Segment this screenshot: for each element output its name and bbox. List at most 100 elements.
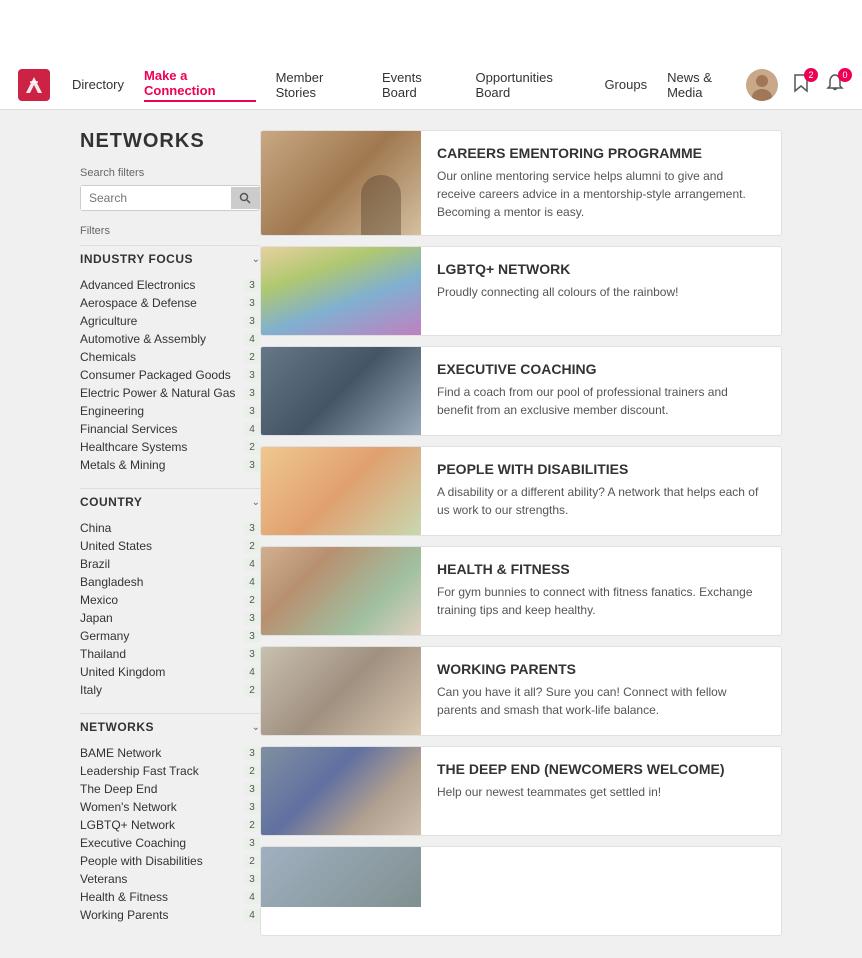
nav-opportunities[interactable]: Opportunities Board (476, 70, 585, 100)
networks-items: BAME Network3Leadership Fast Track2The D… (80, 744, 260, 924)
filter-item-label: Veterans (80, 872, 127, 886)
country-chevron: ⌄ (252, 497, 260, 508)
card-image (261, 547, 421, 635)
card-image (261, 847, 421, 907)
filter-item-count: 3 (244, 837, 260, 850)
filter-item[interactable]: Consumer Packaged Goods3 (80, 366, 260, 384)
filter-item-label: BAME Network (80, 746, 161, 760)
filter-item[interactable]: The Deep End3 (80, 780, 260, 798)
network-card[interactable]: CAREERS EMENTORING PROGRAMME Our online … (260, 130, 782, 236)
country-header[interactable]: COUNTRY ⌄ (80, 488, 260, 515)
card-title: THE DEEP END (NEWCOMERS WELCOME) (437, 761, 765, 777)
avatar-image (746, 69, 778, 101)
card-title: PEOPLE WITH DISABILITIES (437, 461, 765, 477)
filter-item-label: Financial Services (80, 422, 177, 436)
filter-item[interactable]: People with Disabilities 2 (80, 852, 260, 870)
network-card[interactable]: HEALTH & FITNESS For gym bunnies to conn… (260, 546, 782, 636)
filter-item[interactable]: BAME Network3 (80, 744, 260, 762)
filter-item-count: 3 (244, 459, 260, 472)
card-desc: Can you have it all? Sure you can! Conne… (437, 683, 765, 719)
network-card[interactable]: THE DEEP END (NEWCOMERS WELCOME) Help ou… (260, 746, 782, 836)
filter-item[interactable]: Health & Fitness4 (80, 888, 260, 906)
filter-item[interactable]: Automotive & Assembly4 (80, 330, 260, 348)
nav-events-board[interactable]: Events Board (382, 70, 456, 100)
filter-item[interactable]: LGBTQ+ Network 2 (80, 816, 260, 834)
filter-item[interactable]: Metals & Mining3 (80, 456, 260, 474)
user-avatar[interactable] (746, 69, 778, 101)
filter-item-label: LGBTQ+ Network (80, 818, 175, 832)
filter-item-label: People with Disabilities (80, 854, 203, 868)
filter-item[interactable]: Aerospace & Defense3 (80, 294, 260, 312)
networks-header[interactable]: NETWORKS ⌄ (80, 713, 260, 740)
filter-item-label: Chemicals (80, 350, 136, 364)
filter-item[interactable]: United Kingdom4 (80, 663, 260, 681)
filter-item-label: Mexico (80, 593, 118, 607)
filter-item-label: Engineering (80, 404, 144, 418)
filter-item[interactable]: Executive Coaching3 (80, 834, 260, 852)
filter-item[interactable]: Italy2 (80, 681, 260, 699)
networks-section: NETWORKS ⌄ BAME Network3Leadership Fast … (80, 713, 260, 924)
filter-item-count: 3 (244, 783, 260, 796)
logo[interactable] (16, 67, 52, 103)
filter-item[interactable]: Electric Power & Natural Gas3 (80, 384, 260, 402)
filter-item[interactable]: Japan3 (80, 609, 260, 627)
nav-member-stories[interactable]: Member Stories (276, 70, 362, 100)
networks-chevron: ⌄ (252, 722, 260, 733)
card-image (261, 347, 421, 435)
nav-groups[interactable]: Groups (604, 77, 647, 92)
filter-item[interactable]: Thailand3 (80, 645, 260, 663)
filter-item-count: 3 (244, 630, 260, 643)
card-body: WORKING PARENTS Can you have it all? Sur… (421, 647, 781, 735)
filter-item[interactable]: Engineering3 (80, 402, 260, 420)
notifications-button[interactable]: 0 (824, 72, 846, 97)
filter-item[interactable]: Advanced Electronics3 (80, 276, 260, 294)
network-card[interactable]: LGBTQ+ NETWORK Proudly connecting all co… (260, 246, 782, 336)
search-input[interactable] (81, 186, 231, 210)
filter-item-label: China (80, 521, 111, 535)
filter-item[interactable]: United States2 (80, 537, 260, 555)
top-bar (0, 0, 862, 60)
filter-item-count: 2 (244, 765, 260, 778)
industry-focus-chevron: ⌄ (252, 254, 260, 265)
filter-item-label: Health & Fitness (80, 890, 168, 904)
card-body: HEALTH & FITNESS For gym bunnies to conn… (421, 547, 781, 635)
filter-item[interactable]: China3 (80, 519, 260, 537)
filter-item[interactable]: Chemicals2 (80, 348, 260, 366)
filter-item[interactable]: Bangladesh4 (80, 573, 260, 591)
search-button[interactable] (231, 187, 259, 209)
filter-item-label: Thailand (80, 647, 126, 661)
notifications-badge: 0 (838, 68, 852, 82)
nav-directory[interactable]: Directory (72, 77, 124, 92)
networks-label: NETWORKS (80, 720, 154, 734)
cards-area: CAREERS EMENTORING PROGRAMME Our online … (260, 130, 782, 938)
card-body: PEOPLE WITH DISABILITIES A disability or… (421, 447, 781, 535)
filter-item[interactable]: Healthcare Systems2 (80, 438, 260, 456)
industry-focus-section: INDUSTRY FOCUS ⌄ Advanced Electronics3Ae… (80, 245, 260, 474)
filter-item[interactable]: Leadership Fast Track2 (80, 762, 260, 780)
industry-focus-header[interactable]: INDUSTRY FOCUS ⌄ (80, 245, 260, 272)
filter-item[interactable]: Agriculture3 (80, 312, 260, 330)
filter-item[interactable]: Financial Services4 (80, 420, 260, 438)
filter-item[interactable]: Women's Network3 (80, 798, 260, 816)
filter-item-count: 2 (244, 855, 260, 868)
country-items: China3United States2Brazil4Bangladesh4Me… (80, 519, 260, 699)
network-card[interactable]: WORKING PARENTS Can you have it all? Sur… (260, 646, 782, 736)
filter-item-count: 3 (244, 297, 260, 310)
network-card[interactable]: PEOPLE WITH DISABILITIES A disability or… (260, 446, 782, 536)
network-card[interactable]: EXECUTIVE COACHING Find a coach from our… (260, 346, 782, 436)
filter-item[interactable]: Veterans 3 (80, 870, 260, 888)
filter-item-count: 2 (244, 819, 260, 832)
filter-item[interactable]: Mexico 2 (80, 591, 260, 609)
filter-item-count: 3 (244, 387, 260, 400)
card-desc: A disability or a different ability? A n… (437, 483, 765, 519)
filter-item[interactable]: Germany3 (80, 627, 260, 645)
filter-item[interactable]: Working Parents4 (80, 906, 260, 924)
nav-make-connection[interactable]: Make a Connection (144, 68, 256, 102)
messages-button[interactable]: 2 (790, 72, 812, 97)
filter-item-count: 2 (244, 594, 260, 607)
nav-news-media[interactable]: News & Media (667, 70, 746, 100)
filter-item-count: 3 (244, 873, 260, 886)
network-card[interactable] (260, 846, 782, 936)
card-body: EXECUTIVE COACHING Find a coach from our… (421, 347, 781, 435)
filter-item[interactable]: Brazil4 (80, 555, 260, 573)
